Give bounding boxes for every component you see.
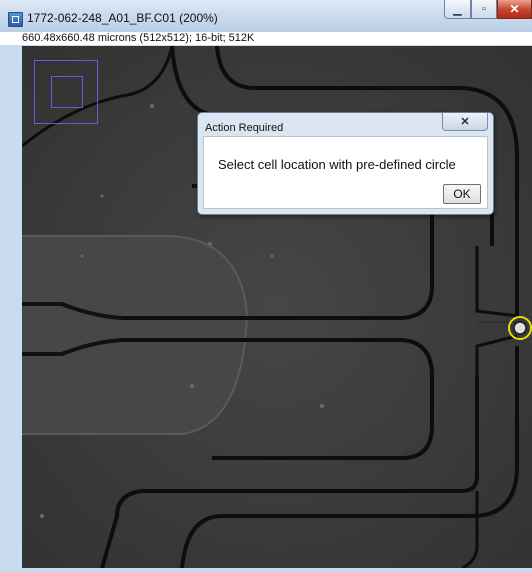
debris-speck bbox=[320, 404, 324, 408]
dialog-close-button[interactable]: ✕ bbox=[442, 113, 488, 131]
minimize-button[interactable]: ▁ bbox=[444, 0, 471, 19]
debris-speck bbox=[100, 194, 104, 198]
close-icon: ✕ bbox=[509, 2, 520, 16]
window-title: 1772-062-248_A01_BF.C01 (200%) bbox=[27, 11, 218, 25]
ok-button[interactable]: OK bbox=[443, 184, 481, 204]
window-left-border bbox=[0, 46, 22, 572]
cell bbox=[513, 321, 527, 335]
navigator-viewport[interactable] bbox=[51, 76, 83, 108]
debris-speck bbox=[150, 104, 154, 108]
debris-speck bbox=[80, 254, 84, 258]
action-required-dialog: Action Required ✕ Select cell location w… bbox=[197, 112, 494, 215]
imagej-app-icon bbox=[8, 12, 23, 27]
maximize-button[interactable]: ▫ bbox=[471, 0, 497, 19]
debris-speck bbox=[190, 384, 194, 388]
image-info-text: 660.48x660.48 microns (512x512); 16-bit;… bbox=[22, 32, 255, 44]
debris-speck bbox=[270, 254, 274, 258]
minimize-icon: ▁ bbox=[453, 3, 462, 16]
title-bar[interactable]: 1772-062-248_A01_BF.C01 (200%) ▁ ▫ ✕ bbox=[0, 0, 532, 33]
close-icon: ✕ bbox=[460, 116, 470, 128]
debris-speck bbox=[208, 242, 212, 246]
dialog-title: Action Required bbox=[205, 122, 284, 134]
image-info-bar: 660.48x660.48 microns (512x512); 16-bit;… bbox=[0, 32, 532, 45]
close-button[interactable]: ✕ bbox=[497, 0, 532, 19]
maximize-icon: ▫ bbox=[482, 3, 486, 15]
dialog-body: Select cell location with pre-defined ci… bbox=[203, 136, 488, 209]
window-bottom-border bbox=[0, 568, 532, 572]
debris-speck bbox=[40, 514, 44, 518]
dialog-message: Select cell location with pre-defined ci… bbox=[218, 157, 456, 172]
chamber-outline bbox=[22, 235, 249, 435]
image-window: 1772-062-248_A01_BF.C01 (200%) ▁ ▫ ✕ 660… bbox=[0, 0, 532, 572]
